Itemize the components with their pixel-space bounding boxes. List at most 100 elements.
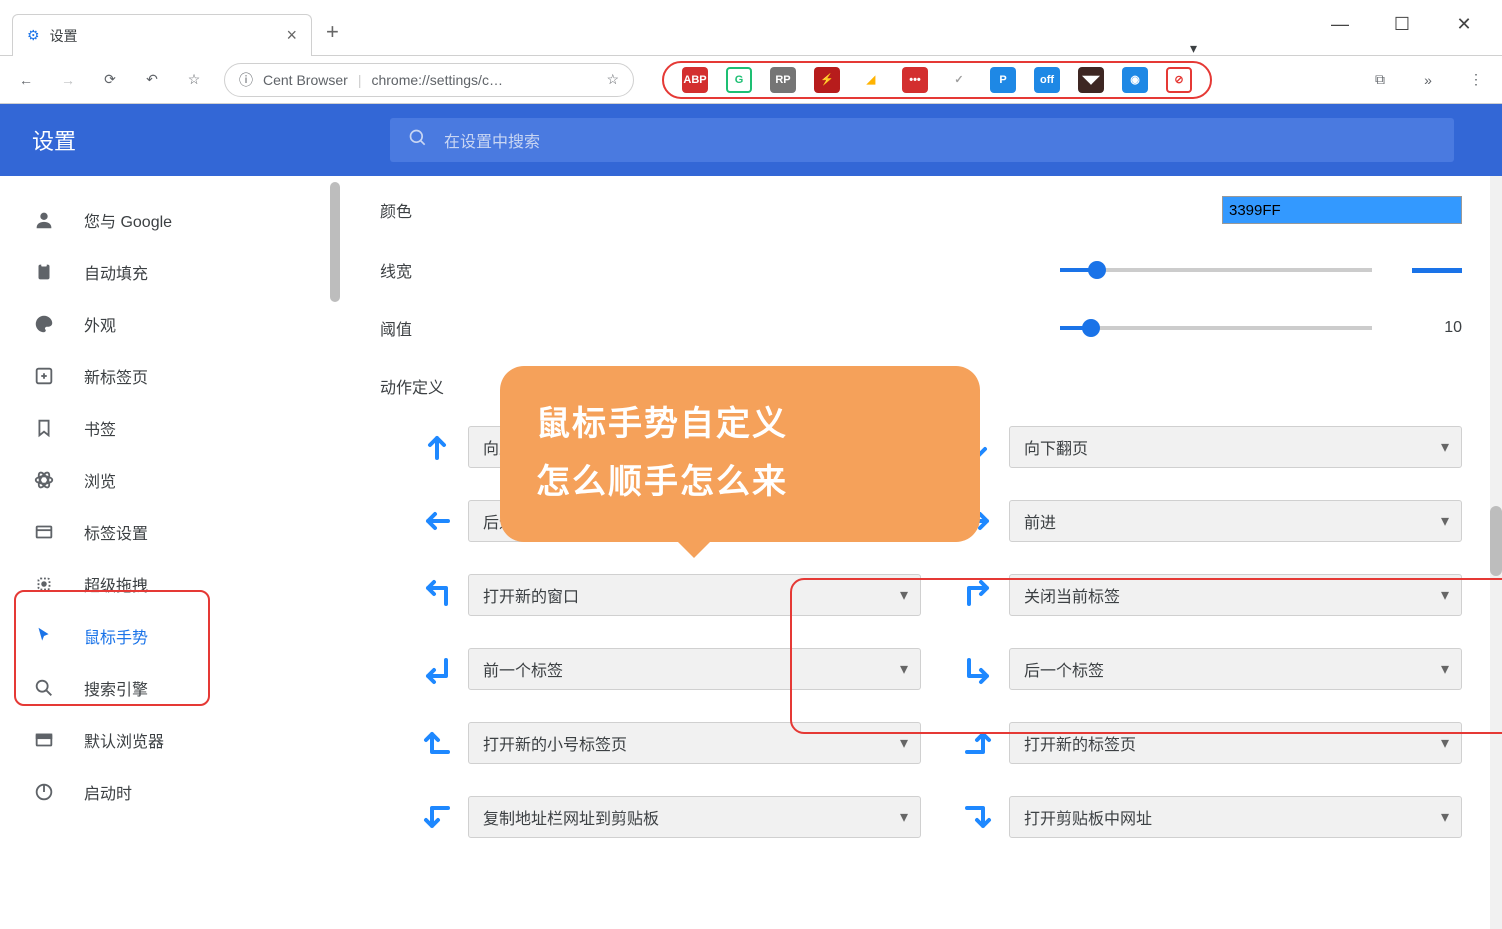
sidebar-item-cursor[interactable]: 鼠标手势 [0,610,340,662]
gesture-action-select[interactable]: 前进 [1009,500,1462,542]
annotation-bubble: 鼠标手势自定义 怎么顺手怎么来 [500,366,980,542]
close-window-button[interactable]: ✕ [1454,14,1474,34]
bubble-line1: 鼠标手势自定义 [536,396,944,454]
forward-button[interactable]: → [56,68,80,92]
maximize-button[interactable]: ☐ [1392,14,1412,34]
cursor-icon [32,624,56,648]
gesture-right-up-icon [961,726,995,760]
threshold-label: 阈值 [380,316,480,340]
gesture-right: 前进 [961,500,1462,542]
extension-axure[interactable]: RP [770,67,796,93]
star-button[interactable]: ☆ [182,68,206,92]
tab-settings[interactable]: ⚙ 设置 × [12,14,312,56]
crop-icon[interactable]: ⧉ [1368,68,1392,92]
settings-search[interactable]: 在设置中搜索 [390,118,1454,162]
gesture-down-left: 前一个标签 [420,648,921,690]
sidebar-item-label: 标签设置 [84,520,148,544]
extension-switch[interactable]: off [1034,67,1060,93]
overflow-caret-icon[interactable]: ▾ [1190,40,1197,57]
gesture-action-select[interactable]: 打开新的标签页 [1009,722,1462,764]
bookmark-icon [32,416,56,440]
browser-toolbar: ← → ⟳ ↶ ☆ ⓘ Cent Browser | chrome://sett… [0,56,1502,104]
gesture-up-right-icon [961,578,995,612]
extension-block[interactable]: ⊘ [1166,67,1192,93]
palette-icon [32,312,56,336]
gesture-action-select[interactable]: 向下翻页 [1009,426,1462,468]
sidebar-item-drag[interactable]: 超级拖拽 [0,558,340,610]
extension-compass[interactable]: ◉ [1122,67,1148,93]
gesture-left-down: 复制地址栏网址到剪贴板 [420,796,921,838]
sidebar-item-label: 自动填充 [84,260,148,284]
address-bar[interactable]: ⓘ Cent Browser | chrome://settings/c… ☆ [224,63,634,97]
sidebar-item-plus-box[interactable]: 新标签页 [0,350,340,402]
main-area: 您与 Google 自动填充外观新标签页书签浏览标签设置超级拖拽鼠标手势搜索引擎默… [0,176,1502,929]
chevrons-icon[interactable]: » [1416,68,1440,92]
threshold-value: 10 [1412,319,1462,337]
extension-park[interactable]: P [990,67,1016,93]
power-icon [32,780,56,804]
color-input[interactable] [1222,196,1462,224]
gesture-down-left-icon [420,652,454,686]
extension-colorpick[interactable]: ◢ [858,67,884,93]
gesture-action-select[interactable]: 后一个标签 [1009,648,1462,690]
sidebar-item-search[interactable]: 搜索引擎 [0,662,340,714]
threshold-slider[interactable] [1060,326,1372,330]
sidebar-item-bookmark[interactable]: 书签 [0,402,340,454]
gesture-left-down-icon [420,800,454,834]
search-placeholder: 在设置中搜索 [444,128,540,152]
extension-abp[interactable]: ABP [682,67,708,93]
browser-icon [32,728,56,752]
minimize-button[interactable]: — [1330,14,1350,34]
clipboard-icon [32,260,56,284]
linewidth-row: 线宽 [380,258,1462,282]
close-tab-icon[interactable]: × [286,25,297,46]
gesture-right-down: 打开剪贴板中网址 [961,796,1462,838]
extension-grammarly[interactable]: G [726,67,752,93]
new-tab-button[interactable]: + [326,19,339,55]
atom-icon [32,468,56,492]
gesture-action-select[interactable]: 前一个标签 [468,648,921,690]
reload-button[interactable]: ⟳ [98,68,122,92]
sidebar-item-atom[interactable]: 浏览 [0,454,340,506]
linewidth-slider[interactable] [1060,268,1372,272]
sidebar-item-clipboard[interactable]: 自动填充 [0,246,340,298]
sidebar-item-label: 您与 Google [84,208,172,232]
sidebar-item-browser[interactable]: 默认浏览器 [0,714,340,766]
gesture-left-up: 打开新的小号标签页 [420,722,921,764]
sidebar-item-palette[interactable]: 外观 [0,298,340,350]
sidebar-item-label: 超级拖拽 [84,572,148,596]
undo-button[interactable]: ↶ [140,68,164,92]
bookmark-star-icon[interactable]: ☆ [606,71,619,88]
gesture-action-select[interactable]: 打开新的小号标签页 [468,722,921,764]
settings-header: 设置 在设置中搜索 [0,104,1502,176]
gesture-action-select[interactable]: 复制地址栏网址到剪贴板 [468,796,921,838]
sidebar-item-label: 默认浏览器 [84,728,164,752]
gesture-right-down-icon [961,800,995,834]
settings-content: 颜色 线宽 阈值 10 动作定义 向上翻页向下翻页后退前进打开新的窗口关闭当前标… [340,176,1502,929]
bubble-line2: 怎么顺手怎么来 [536,454,944,512]
tab-strip: ⚙ 设置 × + [0,0,1502,56]
extension-incognito[interactable]: ◥◤ [1078,67,1104,93]
gesture-up-left-icon [420,578,454,612]
gesture-action-select[interactable]: 打开剪贴板中网址 [1009,796,1462,838]
sidebar-scrollbar[interactable] [330,182,340,302]
extension-check[interactable]: ✓ [946,67,972,93]
gesture-action-select[interactable]: 关闭当前标签 [1009,574,1462,616]
content-scrollbar[interactable] [1490,176,1502,929]
gesture-up-icon [420,430,454,464]
omnibox-prefix: Cent Browser [263,72,348,88]
window-controls: — ☐ ✕ [1302,0,1502,48]
sidebar-item-label: 浏览 [84,468,116,492]
page-title: 设置 [0,124,390,156]
sidebar-item-power[interactable]: 启动时 [0,766,340,818]
extension-lastpass[interactable]: ••• [902,67,928,93]
sidebar-item-tab[interactable]: 标签设置 [0,506,340,558]
search-icon [408,128,428,153]
menu-button[interactable]: ⋮ [1464,68,1488,92]
gesture-left-up-icon [420,726,454,760]
sidebar-item-person[interactable]: 您与 Google [0,194,340,246]
color-label: 颜色 [380,198,480,222]
extension-flash[interactable]: ⚡ [814,67,840,93]
back-button[interactable]: ← [14,68,38,92]
color-row: 颜色 [380,196,1462,224]
